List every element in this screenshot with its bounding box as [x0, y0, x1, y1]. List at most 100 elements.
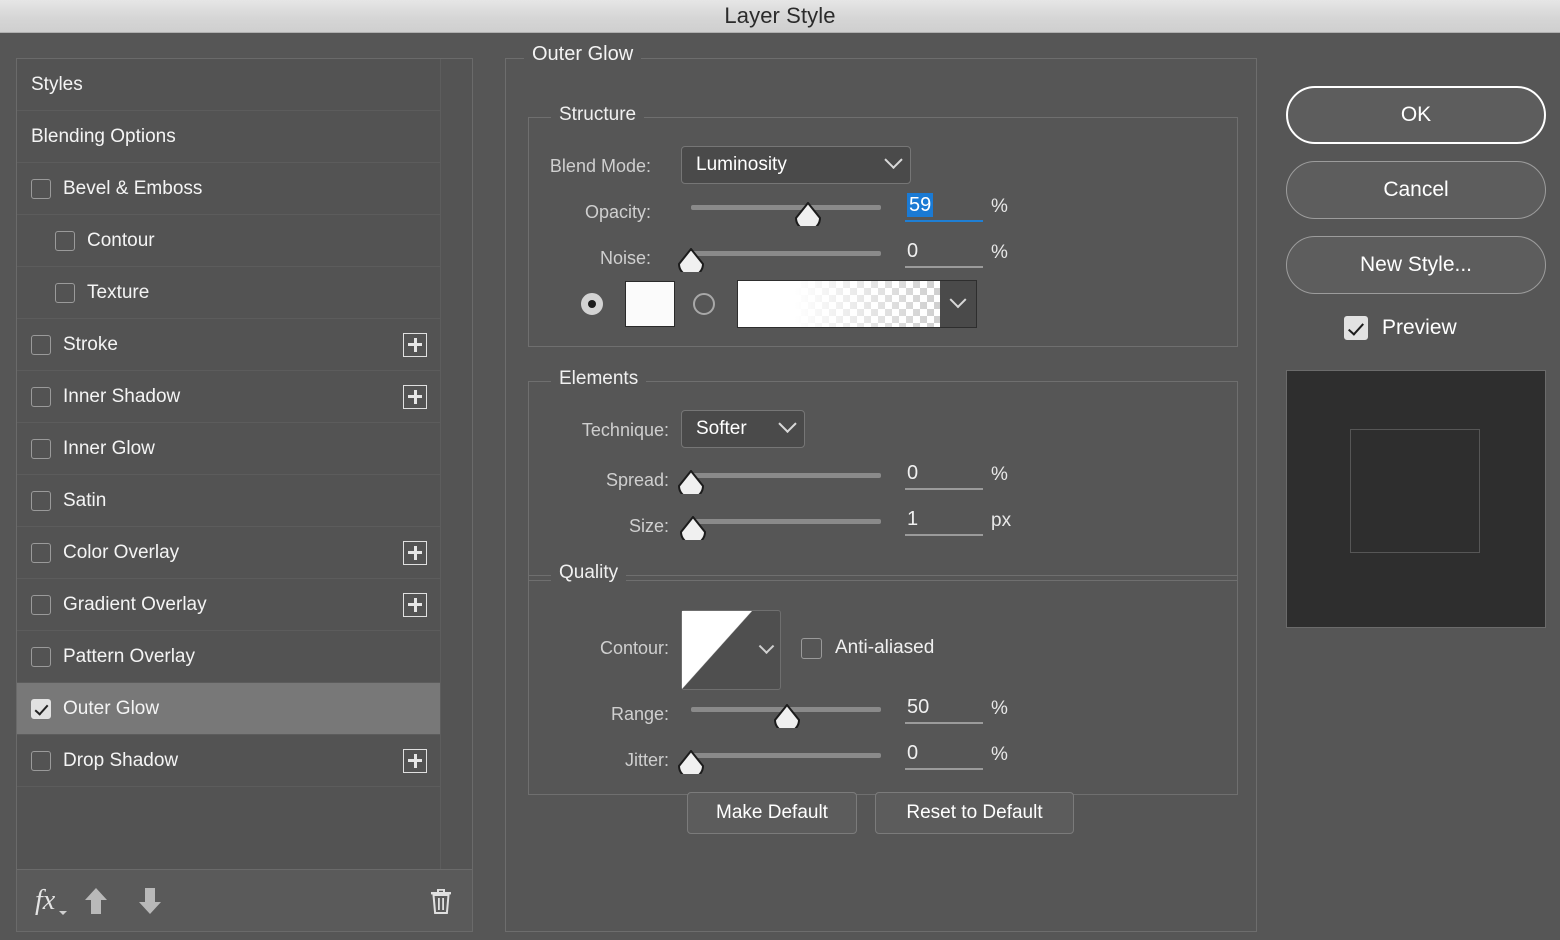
styles-list-scrollbar[interactable]	[440, 59, 472, 869]
style-row-color-overlay[interactable]: Color Overlay	[17, 527, 441, 579]
arrow-down-icon[interactable]	[137, 886, 163, 916]
opacity-slider-track[interactable]	[691, 205, 881, 210]
arrow-up-icon[interactable]	[83, 886, 109, 916]
style-row-styles[interactable]: Styles	[17, 59, 441, 111]
style-row-label: Styles	[31, 73, 83, 95]
style-row-inner-shadow[interactable]: Inner Shadow	[17, 371, 441, 423]
jitter-slider-track[interactable]	[691, 753, 881, 758]
spread-unit: %	[991, 464, 1008, 485]
style-row-pattern-overlay[interactable]: Pattern Overlay	[17, 631, 441, 683]
styles-list-filler	[17, 787, 441, 869]
opacity-input[interactable]: 59	[905, 193, 983, 222]
contour-preview	[682, 611, 752, 689]
cancel-button[interactable]: Cancel	[1286, 161, 1546, 219]
checkbox-bevel-emboss[interactable]	[31, 178, 51, 199]
noise-input[interactable]: 0	[905, 240, 983, 268]
add-effect-icon[interactable]	[403, 384, 427, 409]
quality-group: Quality Contour: Anti-aliased Range: 50 …	[528, 562, 1238, 795]
ok-button[interactable]: OK	[1286, 86, 1546, 144]
style-row-inner-glow[interactable]: Inner Glow	[17, 423, 441, 475]
chevron-down-icon	[949, 291, 967, 309]
add-effect-icon[interactable]	[403, 592, 427, 617]
style-row-gradient-overlay[interactable]: Gradient Overlay	[17, 579, 441, 631]
add-effect-icon[interactable]	[403, 748, 427, 773]
checkbox-inner-shadow[interactable]	[31, 386, 51, 407]
reset-to-default-button[interactable]: Reset to Default	[875, 792, 1074, 834]
fill-type-gradient-radio[interactable]	[693, 293, 715, 315]
structure-group: Structure Blend Mode: Luminosity Opacity…	[528, 104, 1238, 347]
style-row-drop-shadow[interactable]: Drop Shadow	[17, 735, 441, 787]
action-column: OK Cancel New Style... Preview	[1286, 58, 1546, 932]
styles-sidebar: Styles Blending Options Bevel & Emboss Cont…	[16, 58, 473, 932]
make-default-button[interactable]: Make Default	[687, 792, 857, 834]
size-slider-track[interactable]	[691, 519, 881, 524]
preview-label: Preview	[1382, 316, 1457, 339]
chevron-down-icon	[884, 150, 903, 169]
noise-label: Noise:	[599, 248, 651, 268]
glow-color-swatch[interactable]	[625, 281, 675, 327]
sidebar-toolbar: fx	[17, 869, 472, 931]
fx-icon[interactable]: fx	[35, 885, 68, 917]
preview-toggle[interactable]: Preview	[1344, 316, 1457, 340]
checkbox-gradient-overlay[interactable]	[31, 594, 51, 615]
style-row-blending-options[interactable]: Blending Options	[17, 111, 441, 163]
contour-picker[interactable]	[681, 610, 781, 690]
technique-label: Technique:	[581, 420, 669, 440]
range-input[interactable]: 50	[905, 696, 983, 724]
technique-dropdown[interactable]: Softer	[681, 410, 805, 448]
effect-settings-panel: Outer Glow Structure Blend Mode: Luminos…	[505, 43, 1257, 932]
style-row-label: Contour	[87, 229, 155, 251]
style-row-satin[interactable]: Satin	[17, 475, 441, 527]
checkbox-outer-glow[interactable]	[31, 698, 51, 719]
spread-input[interactable]: 0	[905, 462, 983, 490]
gradient-dropdown-button[interactable]	[940, 281, 976, 327]
spread-slider-track[interactable]	[691, 473, 881, 478]
checkbox-pattern-overlay[interactable]	[31, 646, 51, 667]
technique-value: Softer	[696, 418, 747, 439]
noise-slider-track[interactable]	[691, 251, 881, 256]
elements-group: Elements Technique: Softer Spread: 0 % S…	[528, 368, 1238, 581]
jitter-unit: %	[991, 744, 1008, 765]
checkbox-color-overlay[interactable]	[31, 542, 51, 563]
checkbox-satin[interactable]	[31, 490, 51, 511]
checkbox-texture[interactable]	[55, 282, 75, 303]
jitter-input[interactable]: 0	[905, 742, 983, 770]
style-row-outer-glow[interactable]: Outer Glow	[17, 683, 441, 735]
checkbox-contour[interactable]	[55, 230, 75, 251]
style-row-label: Outer Glow	[63, 697, 160, 719]
add-effect-icon[interactable]	[403, 332, 427, 357]
trash-icon[interactable]	[428, 886, 454, 916]
size-input[interactable]: 1	[905, 508, 983, 536]
chevron-down-icon	[59, 910, 68, 915]
window-titlebar: Layer Style	[0, 0, 1560, 33]
noise-value: 0	[907, 240, 919, 262]
new-style-button[interactable]: New Style...	[1286, 236, 1546, 294]
effect-title: Outer Glow	[524, 43, 642, 66]
styles-list[interactable]: Styles Blending Options Bevel & Emboss Cont…	[17, 59, 441, 869]
blend-mode-label: Blend Mode:	[549, 156, 651, 176]
layer-style-dialog: Styles Blending Options Bevel & Emboss Cont…	[0, 34, 1560, 940]
opacity-value: 59	[907, 193, 934, 217]
size-unit: px	[991, 510, 1012, 531]
blend-mode-dropdown[interactable]: Luminosity	[681, 146, 911, 184]
style-row-texture[interactable]: Texture	[17, 267, 441, 319]
checkbox-drop-shadow[interactable]	[31, 750, 51, 771]
style-row-label: Inner Glow	[63, 437, 155, 459]
preview-thumbnail	[1286, 370, 1546, 628]
range-label: Range:	[610, 704, 669, 724]
glow-gradient-picker[interactable]	[737, 280, 977, 328]
style-row-contour[interactable]: Contour	[17, 215, 441, 267]
checkbox-stroke[interactable]	[31, 334, 51, 355]
add-effect-icon[interactable]	[403, 540, 427, 565]
anti-aliased-label: Anti-aliased	[835, 637, 935, 658]
fill-type-color-radio[interactable]	[581, 293, 603, 315]
style-row-label: Texture	[87, 281, 150, 303]
range-unit: %	[991, 698, 1008, 719]
preview-checkbox[interactable]	[1344, 316, 1368, 340]
opacity-unit: %	[991, 196, 1008, 217]
checkbox-inner-glow[interactable]	[31, 438, 51, 459]
style-row-stroke[interactable]: Stroke	[17, 319, 441, 371]
style-row-bevel-emboss[interactable]: Bevel & Emboss	[17, 163, 441, 215]
contour-dropdown-button[interactable]	[752, 611, 780, 689]
anti-aliased-checkbox[interactable]	[801, 638, 822, 659]
